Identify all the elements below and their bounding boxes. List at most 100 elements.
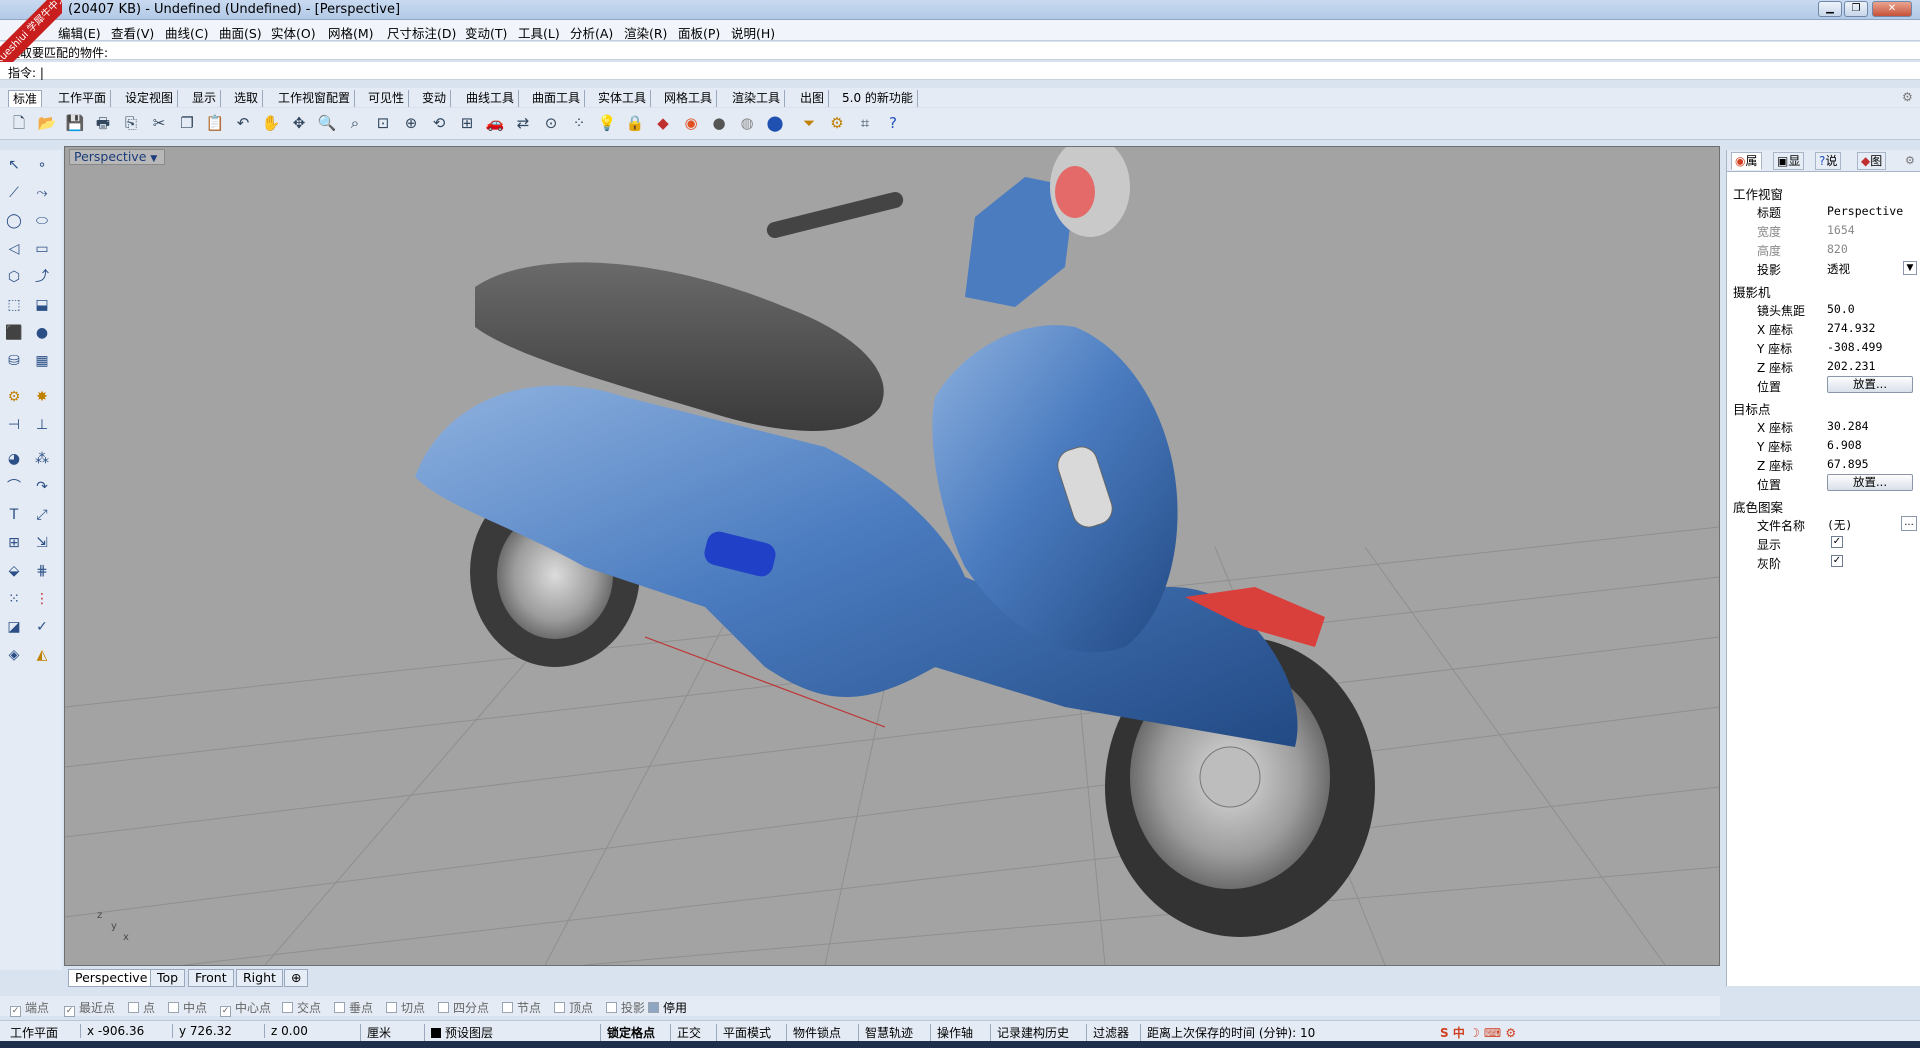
toolbar-tab-render-tools[interactable]: 渲染工具 — [728, 90, 786, 107]
menu-solid[interactable]: 实体(O) — [271, 23, 316, 42]
rotate-view-icon[interactable]: ✥ — [288, 112, 310, 134]
boolean-icon[interactable]: ◕ — [3, 448, 25, 470]
osnap-project[interactable]: 投影 — [606, 999, 645, 1016]
osnap-quad[interactable]: 四分点 — [438, 999, 489, 1016]
polygon-icon[interactable]: ⬡ — [3, 266, 25, 288]
blend-icon[interactable]: ↷ — [31, 476, 53, 498]
status-filter[interactable]: 过滤器 — [1086, 1024, 1129, 1041]
four-viewports-icon[interactable]: ⊞ — [456, 112, 478, 134]
toolbar-tab-cplanes[interactable]: 工作平面 — [54, 90, 112, 107]
gear-icon[interactable]: ⚙ — [1902, 90, 1913, 104]
extrude-icon[interactable]: ⬓ — [31, 294, 53, 316]
camera-z-value[interactable]: 202.231 — [1827, 359, 1917, 375]
dimension-icon[interactable]: ⌗ — [854, 112, 876, 134]
menu-tools[interactable]: 工具(L) — [518, 23, 560, 42]
osnap-near[interactable]: ✓ 最近点 — [64, 999, 115, 1017]
title-value[interactable]: Perspective — [1827, 204, 1917, 220]
cut-icon[interactable]: ✂ — [148, 112, 170, 134]
snap-icon[interactable]: ⊙ — [540, 112, 562, 134]
pan-icon[interactable]: ✋ — [260, 112, 282, 134]
osnap-int-checkbox[interactable] — [282, 1002, 293, 1013]
osnap-end[interactable]: ✓ 端点 — [10, 999, 49, 1017]
undo-view-icon[interactable]: ⟲ — [428, 112, 450, 134]
filter-icon[interactable]: ⏷ — [798, 112, 820, 134]
status-grid-snap[interactable]: 锁定格点 — [600, 1024, 655, 1041]
zoom-selected-icon[interactable]: ⊕ — [400, 112, 422, 134]
shaded-sphere-icon[interactable]: ● — [708, 112, 730, 134]
print-icon[interactable]: 🖶 — [92, 112, 114, 134]
mesh-icon[interactable]: ▦ — [31, 350, 53, 372]
sphere-icon[interactable]: ● — [31, 322, 53, 344]
curve-icon[interactable]: ⤳ — [31, 182, 53, 204]
status-smarttrack[interactable]: 智慧轨迹 — [858, 1024, 913, 1041]
save-icon[interactable]: 💾 — [64, 112, 86, 134]
paint-icon[interactable]: ◭ — [31, 644, 53, 666]
toolbar-tab-select[interactable]: 选取 — [230, 90, 264, 107]
rendered-sphere-icon[interactable]: ◍ — [736, 112, 758, 134]
osnap-quad-checkbox[interactable] — [438, 1002, 449, 1013]
status-layer[interactable]: 预设图层 — [424, 1024, 493, 1041]
osnap-center[interactable]: ✓ 中心点 — [220, 999, 271, 1017]
perspective-viewport[interactable]: Perspective ▼ z y x — [64, 146, 1720, 966]
viewport-tab-front[interactable]: Front — [188, 969, 234, 987]
circle-icon[interactable]: ◯ — [3, 210, 25, 232]
maximize-button[interactable]: ❐ — [1844, 1, 1868, 17]
command-line[interactable]: 指令: | — [0, 62, 1920, 80]
projection-dropdown-icon[interactable]: ▼ — [1903, 261, 1917, 275]
polyline-icon[interactable]: ⟋ — [3, 182, 25, 204]
osnap-end-checkbox[interactable]: ✓ — [10, 1006, 21, 1017]
rectangle-icon[interactable]: ▭ — [31, 238, 53, 260]
menu-mesh[interactable]: 网格(M) — [328, 23, 374, 42]
options-gear-icon[interactable]: ⚙ — [826, 112, 848, 134]
status-cplane[interactable]: 工作平面 — [10, 1024, 58, 1041]
explode-icon[interactable]: ✸ — [31, 386, 53, 408]
osnap-knot[interactable]: 节点 — [502, 999, 541, 1016]
trim-icon[interactable]: ⊣ — [3, 414, 25, 436]
menu-view[interactable]: 查看(V) — [111, 23, 154, 42]
cylinder-icon[interactable]: ⛁ — [3, 350, 25, 372]
viewport-tab-right[interactable]: Right — [236, 969, 283, 987]
array-icon[interactable]: ⊞ — [3, 532, 25, 554]
zoom-icon[interactable]: 🔍 — [316, 112, 338, 134]
select-arrow-icon[interactable]: ↖ — [3, 154, 25, 176]
panel-tab-properties[interactable]: ◉属 — [1731, 152, 1762, 170]
chevron-down-icon[interactable]: ▼ — [150, 152, 160, 166]
viewport-tab-perspective[interactable]: Perspective — [68, 969, 155, 987]
camera-x-value[interactable]: 274.932 — [1827, 321, 1917, 337]
zoom-extents-icon[interactable]: ⊡ — [372, 112, 394, 134]
toolbar-tab-viewport-layout[interactable]: 工作视窗配置 — [274, 90, 356, 107]
help-icon[interactable]: ? — [882, 112, 904, 134]
car-icon[interactable]: 🚗 — [484, 112, 506, 134]
lock-icon[interactable]: 🔒 — [624, 112, 646, 134]
osnap-disable[interactable]: 停用 — [648, 999, 687, 1016]
osnap-perp-checkbox[interactable] — [334, 1002, 345, 1013]
toolbar-tab-curve-tools[interactable]: 曲线工具 — [462, 90, 520, 107]
toolbar-tab-display[interactable]: 显示 — [188, 90, 222, 107]
toolbar-tab-mesh-tools[interactable]: 网格工具 — [660, 90, 718, 107]
status-ortho[interactable]: 正交 — [670, 1024, 701, 1041]
lens-value[interactable]: 50.0 — [1827, 302, 1917, 318]
menu-surface[interactable]: 曲面(S) — [219, 23, 262, 42]
status-planar[interactable]: 平面模式 — [716, 1024, 771, 1041]
osnap-point[interactable]: 点 — [128, 999, 155, 1016]
toolbar-tab-solid-tools[interactable]: 实体工具 — [594, 90, 652, 107]
osnap-perp[interactable]: 垂点 — [334, 999, 373, 1016]
target-place-button[interactable]: 放置... — [1827, 474, 1913, 491]
osnap-knot-checkbox[interactable] — [502, 1002, 513, 1013]
menu-help[interactable]: 说明(H) — [731, 23, 775, 42]
viewport-title[interactable]: Perspective ▼ — [69, 149, 166, 166]
box-icon[interactable]: ⬛ — [3, 322, 25, 344]
status-osnap[interactable]: 物件锁点 — [786, 1024, 841, 1041]
point-icon[interactable]: ∘ — [31, 154, 53, 176]
copy-icon[interactable]: ❐ — [176, 112, 198, 134]
render-sphere-icon[interactable]: ⬤ — [764, 112, 786, 134]
menu-render[interactable]: 渲染(R) — [624, 23, 667, 42]
osnap-int[interactable]: 交点 — [282, 999, 321, 1016]
gear-tool-icon[interactable]: ⚙ — [3, 386, 25, 408]
new-file-icon[interactable]: 🗋 — [8, 112, 30, 134]
osnap-near-checkbox[interactable]: ✓ — [64, 1006, 75, 1017]
copy-to-clipboard-icon[interactable]: ⎘ — [120, 112, 142, 134]
split-icon[interactable]: ⊥ — [31, 414, 53, 436]
osnap-vertex-checkbox[interactable] — [554, 1002, 565, 1013]
osnap-mid[interactable]: 中点 — [168, 999, 207, 1016]
